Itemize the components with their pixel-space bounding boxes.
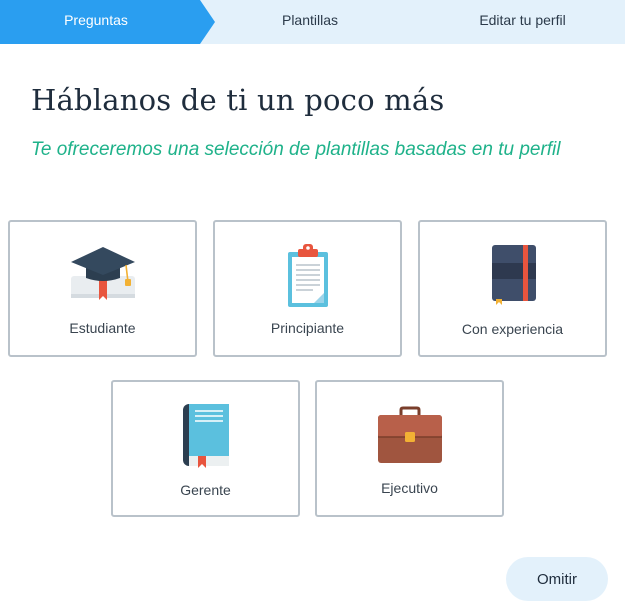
clipboard-icon	[287, 244, 328, 307]
skip-button[interactable]: Omitir	[506, 557, 608, 601]
step-editar-perfil[interactable]: Editar tu perfil	[440, 0, 605, 44]
option-label: Principiante	[270, 320, 345, 336]
step-label: Plantillas	[281, 12, 339, 28]
progress-steps: Preguntas Plantillas Editar tu perfil	[0, 0, 625, 44]
option-label: Estudiante	[69, 320, 136, 336]
page-subtitle: Te ofreceremos una selección de plantill…	[31, 139, 561, 160]
step-preguntas[interactable]: Preguntas	[0, 0, 215, 44]
option-card-principiante[interactable]: Principiante	[213, 220, 402, 357]
option-label: Con experiencia	[461, 321, 564, 337]
step-label: Preguntas	[64, 12, 128, 28]
option-card-con-experiencia[interactable]: Con experiencia	[418, 220, 607, 357]
option-label: Ejecutivo	[381, 480, 438, 496]
step-label: Editar tu perfil	[479, 12, 566, 28]
notebook-icon	[491, 245, 536, 305]
graduation-cap-icon	[70, 247, 135, 300]
step-plantillas[interactable]: Plantillas	[230, 0, 390, 44]
option-label: Gerente	[180, 482, 231, 498]
book-icon	[182, 404, 229, 468]
option-card-estudiante[interactable]: Estudiante	[8, 220, 197, 357]
page-title: Háblanos de ti un poco más	[31, 83, 445, 117]
option-card-ejecutivo[interactable]: Ejecutivo	[315, 380, 504, 517]
briefcase-icon	[377, 406, 442, 463]
option-card-gerente[interactable]: Gerente	[111, 380, 300, 517]
